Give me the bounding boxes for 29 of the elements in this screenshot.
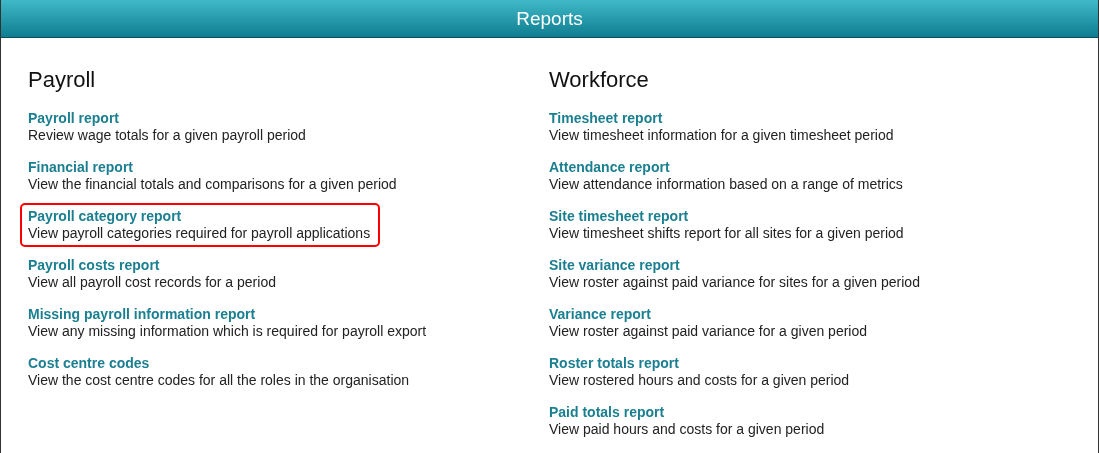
report-description: Review wage totals for a given payroll period	[28, 127, 306, 144]
report-description: View payroll categories required for payroll applications	[28, 225, 371, 242]
report-description: View the financial totals and comparisons for a given period	[28, 176, 397, 193]
section-heading: Workforce	[549, 67, 649, 93]
page-title: Reports	[516, 7, 583, 30]
report-link[interactable]: Financial report	[28, 159, 134, 176]
report-description: View paid hours and costs for a given period	[549, 421, 825, 438]
report-link[interactable]: Timesheet report	[549, 110, 663, 127]
report-link[interactable]: Site timesheet report	[549, 208, 689, 225]
report-link[interactable]: Paid totals report	[549, 404, 665, 421]
report-description: View roster against paid variance for sites for a given period	[549, 274, 920, 291]
report-description: View roster against paid variance for a given period	[549, 323, 868, 340]
report-link[interactable]: Missing payroll information report	[28, 306, 256, 323]
report-link[interactable]: Payroll report	[28, 110, 120, 127]
report-link[interactable]: Site variance report	[549, 257, 680, 274]
report-description: View timesheet shifts report for all sites for a given period	[549, 225, 904, 242]
report-link[interactable]: Payroll category report	[28, 208, 182, 225]
report-link[interactable]: Attendance report	[549, 159, 670, 176]
report-description: View all payroll cost records for a period	[28, 274, 276, 291]
report-description: View rostered hours and costs for a given period	[549, 372, 850, 389]
report-description: View any missing information which is required for payroll export	[28, 323, 427, 340]
report-description: View timesheet information for a given timesheet period	[549, 127, 894, 144]
report-link[interactable]: Variance report	[549, 306, 651, 323]
report-link[interactable]: Payroll costs report	[28, 257, 160, 274]
report-description: View the cost centre codes for all the roles in the organisation	[28, 372, 410, 389]
report-link[interactable]: Roster totals report	[549, 355, 679, 372]
section-heading: Payroll	[28, 67, 96, 93]
report-description: View attendance information based on a range of metrics	[549, 176, 903, 193]
report-link[interactable]: Cost centre codes	[28, 355, 150, 372]
